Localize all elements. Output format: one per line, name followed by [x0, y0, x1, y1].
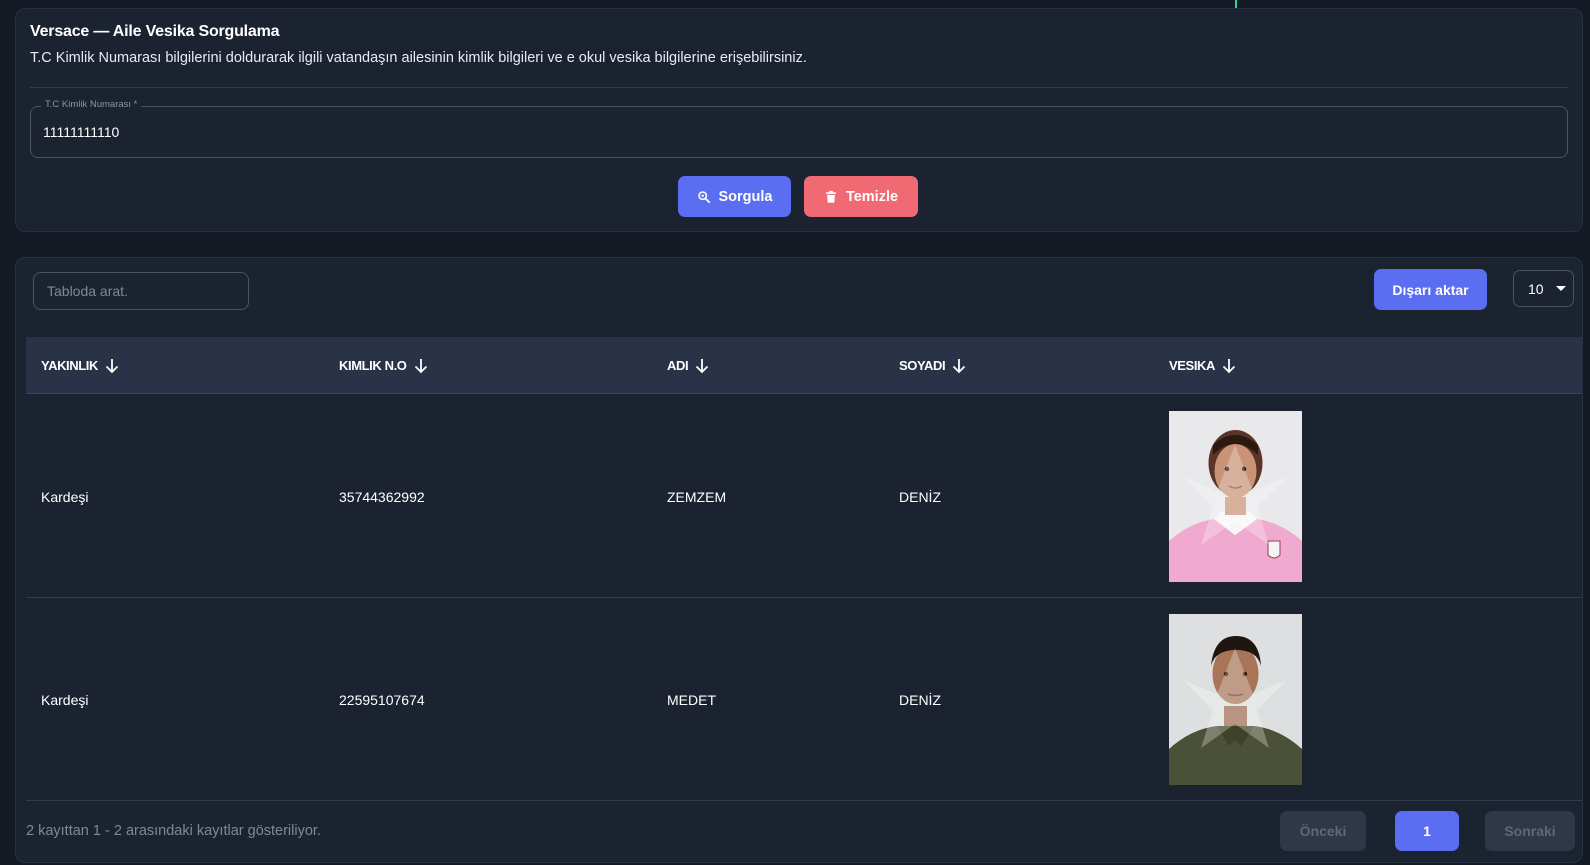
column-label: VESIKA [1169, 358, 1216, 373]
arrow-down-icon [105, 358, 119, 373]
search-button[interactable]: Sorgula [678, 176, 791, 217]
search-icon [697, 190, 710, 203]
page-button-1[interactable]: 1 [1395, 811, 1459, 851]
search-button-label: Sorgula [718, 188, 773, 205]
table-row: Kardeşi 22595107674 MEDET DENİZ [26, 598, 1582, 801]
next-page-button[interactable]: Sonraki [1485, 811, 1575, 851]
export-button[interactable]: Dışarı aktar [1374, 269, 1487, 310]
cell-soyadi: DENİZ [899, 691, 941, 708]
cell-soyadi: DENİZ [899, 488, 941, 505]
prev-page-button[interactable]: Önceki [1280, 811, 1366, 851]
column-label: SOYADI [899, 358, 946, 373]
table-row: Kardeşi 35744362992 ZEMZEM DENİZ [26, 395, 1582, 598]
cell-adi: MEDET [667, 691, 716, 708]
arrow-down-icon [696, 358, 709, 373]
column-label: KIMLIK N.O [339, 358, 407, 373]
cell-yakinlik: Kardeşi [41, 488, 89, 505]
clear-button-label: Temizle [845, 188, 899, 205]
vesika-photo[interactable] [1169, 614, 1302, 785]
column-label: ADI [667, 358, 689, 373]
cell-adi: ZEMZEM [667, 488, 727, 505]
page-size-value: 10 [1528, 280, 1544, 297]
cell-kimlik: 22595107674 [339, 691, 425, 708]
page-title: Versace — Aile Vesika Sorgulama [30, 23, 280, 40]
trash-icon [826, 190, 836, 203]
arrow-down-icon [953, 358, 966, 373]
column-label: YAKINLIK [41, 358, 98, 373]
column-header-soyadi[interactable]: SOYADI [899, 337, 966, 394]
page-size-select[interactable]: 10 [1513, 270, 1574, 307]
cell-yakinlik: Kardeşi [41, 691, 89, 708]
tc-field: T.C Kimlik Numarası * [30, 99, 1568, 158]
caret-down-icon [1555, 286, 1566, 291]
results-card: Dışarı aktar 10 YAKINLIK KIMLIK N.O ADI … [15, 257, 1583, 863]
column-header-adi[interactable]: ADI [667, 337, 709, 394]
query-card: Versace — Aile Vesika Sorgulama T.C Kiml… [15, 8, 1583, 232]
column-header-yakinlik[interactable]: YAKINLIK [41, 337, 119, 394]
cell-kimlik: 35744362992 [339, 488, 425, 505]
table-header: YAKINLIK KIMLIK N.O ADI SOYADI VESIKA [26, 337, 1582, 394]
arrow-down-icon [414, 358, 427, 373]
arrow-down-icon [1222, 358, 1236, 373]
clear-button[interactable]: Temizle [804, 176, 918, 217]
table-search-input[interactable] [33, 272, 249, 310]
column-header-vesika[interactable]: VESIKA [1169, 337, 1236, 394]
page-description: T.C Kimlik Numarası bilgilerini doldurar… [30, 50, 807, 66]
table-info: 2 kayıttan 1 - 2 arasındaki kayıtlar gös… [26, 823, 321, 839]
column-header-kimlik[interactable]: KIMLIK N.O [339, 337, 428, 394]
tc-field-label: T.C Kimlik Numarası * [41, 99, 142, 110]
vesika-photo[interactable] [1169, 411, 1302, 582]
tc-input[interactable] [43, 121, 643, 143]
divider [30, 87, 1568, 88]
